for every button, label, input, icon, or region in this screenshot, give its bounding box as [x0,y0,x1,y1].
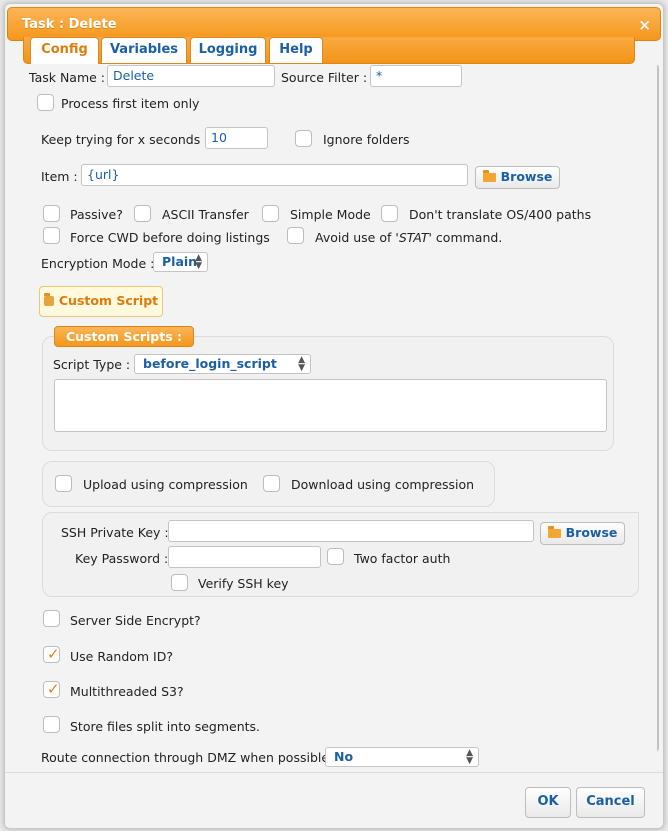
simple-mode-label: Simple Mode [290,207,371,222]
item-input[interactable]: {url} [81,164,468,186]
script-textarea[interactable] [54,379,607,432]
passive-checkbox[interactable] [43,205,60,222]
dont-translate-checkbox[interactable] [381,205,398,222]
upload-compression-label: Upload using compression [83,477,248,492]
tab-variables[interactable]: Variables [101,37,187,63]
ignore-folders-label: Ignore folders [323,132,410,147]
dialog-titlebar: Task : Delete × [7,7,661,41]
folder-icon [547,526,561,538]
task-name-label: Task Name : [29,70,106,85]
dialog-title: Task : Delete [22,17,117,32]
checkmark-icon: ✓ [47,645,60,663]
tab-config[interactable]: Config [30,37,99,65]
ascii-checkbox[interactable] [134,205,151,222]
cancel-button[interactable]: Cancel [576,787,645,818]
avoid-stat-label: Avoid use of 'STAT' command. [315,230,503,245]
checkmark-icon: ✓ [47,680,60,698]
script-icon [43,293,54,306]
multithreaded-label: Multithreaded S3? [70,684,184,699]
source-filter-label: Source Filter : [281,70,368,85]
dont-translate-label: Don't translate OS/400 paths [409,207,592,222]
select-arrows-icon: ▲ ▼ [195,253,202,271]
folder-icon [482,170,496,182]
custom-scripts-legend: Custom Scripts : [54,326,194,347]
item-browse-label: Browse [500,169,553,184]
route-dmz-select[interactable]: No ▲ ▼ [325,747,479,767]
ssh-key-input[interactable] [168,520,534,542]
random-id-checkbox[interactable]: ✓ [43,645,60,663]
server-side-encrypt-checkbox[interactable] [43,610,60,627]
verify-ssh-checkbox[interactable] [171,574,188,591]
task-name-input[interactable]: Delete [107,65,275,87]
process-first-label: Process first item only [61,96,200,111]
item-label: Item : [41,169,78,184]
download-compression-checkbox[interactable] [263,475,280,492]
download-compression-label: Download using compression [291,477,475,492]
tab-bar: Config Variables Logging Help [23,37,635,65]
force-cwd-label: Force CWD before doing listings [70,230,270,245]
dialog-footer: OK Cancel [5,772,663,828]
split-segments-label: Store files split into segments. [70,719,261,734]
key-password-input[interactable] [168,546,321,568]
two-factor-label: Two factor auth [354,551,451,566]
ssh-key-label: SSH Private Key : [61,525,169,540]
select-arrows-icon: ▲ ▼ [466,748,473,766]
multithreaded-checkbox[interactable]: ✓ [43,680,60,698]
tab-logging[interactable]: Logging [190,37,266,63]
select-arrows-icon: ▲ ▼ [298,355,305,373]
route-dmz-label: Route connection through DMZ when possib… [41,750,338,765]
ascii-label: ASCII Transfer [162,207,249,222]
script-type-select[interactable]: before_login_script ▲ ▼ [134,354,311,374]
encryption-mode-label: Encryption Mode : [41,256,155,271]
force-cwd-checkbox[interactable] [43,227,60,244]
key-password-label: Key Password : [75,551,169,566]
script-type-label: Script Type : [53,357,131,372]
tab-help[interactable]: Help [269,37,323,63]
process-first-checkbox[interactable] [37,94,54,111]
verify-ssh-label: Verify SSH key [198,576,289,591]
ok-button[interactable]: OK [525,787,571,818]
keep-trying-input[interactable]: 10 [205,127,268,149]
random-id-label: Use Random ID? [70,649,173,664]
upload-compression-checkbox[interactable] [55,475,72,492]
encryption-mode-select[interactable]: Plain ▲ ▼ [153,252,208,272]
two-factor-checkbox[interactable] [327,548,344,565]
server-side-encrypt-label: Server Side Encrypt? [70,613,201,628]
ignore-folders-checkbox[interactable] [295,130,312,147]
avoid-stat-checkbox[interactable] [287,227,304,244]
source-filter-input[interactable]: * [370,65,462,87]
task-dialog: Task : Delete × Config Variables Logging… [4,3,664,829]
item-browse-button[interactable]: Browse [475,166,560,189]
passive-label: Passive? [70,207,123,222]
keep-trying-label: Keep trying for x seconds : [41,132,209,147]
custom-script-button[interactable]: Custom Script [39,286,163,317]
config-panel: Task Name : Delete Source Filter : * Pro… [5,64,657,770]
split-segments-checkbox[interactable] [43,716,60,733]
close-icon[interactable]: × [638,16,651,34]
simple-mode-checkbox[interactable] [262,205,279,222]
ssh-browse-button[interactable]: Browse [540,522,625,545]
